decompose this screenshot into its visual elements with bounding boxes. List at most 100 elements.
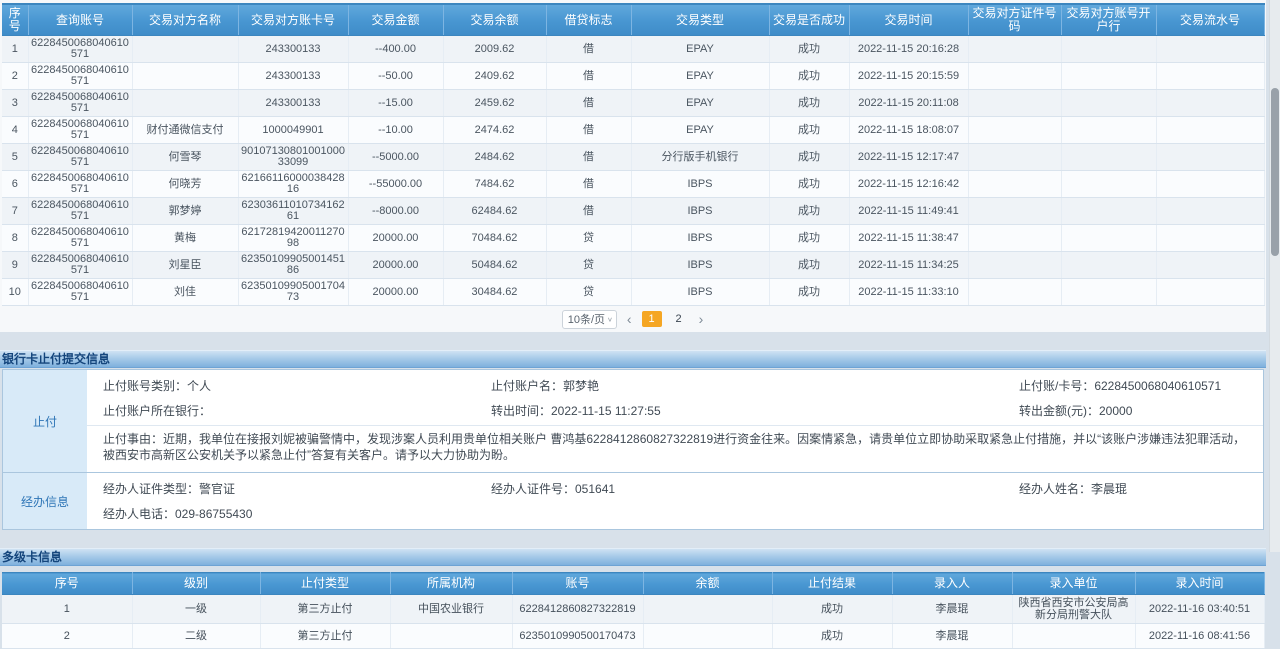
table-cell: IBPS (631, 279, 769, 306)
table-cell: EPAY (631, 63, 769, 90)
scrollbar-thumb[interactable] (1271, 88, 1279, 256)
page-button-1[interactable]: 1 (642, 311, 662, 327)
page-size-label: 10条/页 (568, 311, 605, 327)
table-cell (1156, 225, 1264, 252)
table-cell (1156, 144, 1264, 171)
table-cell: 1 (2, 595, 132, 624)
field-account-name: 止付账户名：郭梦艳 (491, 377, 1019, 394)
table-cell: 中国农业银行 (390, 595, 512, 624)
table-cell (1156, 117, 1264, 144)
table-cell (132, 63, 238, 90)
table-cell: 2022-11-16 03:40:51 (1135, 595, 1264, 624)
table-cell: --55000.00 (348, 171, 443, 198)
column-header: 所属机构 (390, 573, 512, 595)
table-cell: 6228450068040610571 (28, 36, 132, 63)
group-content: 经办人证件类型：警官证 经办人证件号：051641 经办人姓名：李晨琨 经办人电… (87, 473, 1263, 529)
table-cell: 6 (2, 171, 28, 198)
column-header: 交易时间 (849, 4, 968, 36)
table-cell: 2022-11-15 20:15:59 (849, 63, 968, 90)
table-cell: 6235010990500170473 (512, 624, 643, 649)
table-cell: 借 (546, 117, 631, 144)
table-cell: 6228450068040610571 (28, 171, 132, 198)
header-row: 序号级别止付类型所属机构账号余额止付结果录入人录入单位录入时间 (2, 573, 1264, 595)
column-header: 账号 (512, 573, 643, 595)
table-cell: 2022-11-15 12:16:42 (849, 171, 968, 198)
table-row: 16228450068040610571243300133--400.00200… (2, 36, 1264, 63)
table-cell: --15.00 (348, 90, 443, 117)
table-cell (1156, 63, 1264, 90)
table-cell: 第三方止付 (260, 595, 390, 624)
table-cell: 成功 (772, 624, 892, 649)
table-cell (1061, 36, 1156, 63)
table-cell: EPAY (631, 90, 769, 117)
table-cell: 2 (2, 63, 28, 90)
column-header: 止付结果 (772, 573, 892, 595)
table-cell (1061, 198, 1156, 225)
field-row: 止付账户所在银行： 转出时间：2022-11-15 11:27:55 转出金额(… (87, 398, 1263, 423)
column-header: 余额 (643, 573, 772, 595)
table-cell: 6228450068040610571 (28, 225, 132, 252)
field-account-bank: 止付账户所在银行： (87, 402, 491, 419)
table-cell: 20000.00 (348, 252, 443, 279)
column-header: 交易对方名称 (132, 4, 238, 36)
table-cell: 8 (2, 225, 28, 252)
table-cell: 20000.00 (348, 225, 443, 252)
table-cell (968, 252, 1061, 279)
column-header: 查询账号 (28, 4, 132, 36)
table-cell (1156, 279, 1264, 306)
table-cell: 借 (546, 144, 631, 171)
column-header: 录入单位 (1012, 573, 1135, 595)
field-row: 止付账号类别：个人 止付账户名：郭梦艳 止付账/卡号：6228450068040… (87, 373, 1263, 398)
vertical-scrollbar[interactable] (1269, 0, 1280, 552)
table-cell: 贷 (546, 225, 631, 252)
chevron-left-icon[interactable]: ‹ (624, 312, 635, 326)
table-cell: 243300133 (238, 90, 348, 117)
table-cell: 何晓芳 (132, 171, 238, 198)
field-handler-id-type: 经办人证件类型：警官证 (87, 480, 491, 497)
table-cell (968, 171, 1061, 198)
table-cell: 6228450068040610571 (28, 144, 132, 171)
table-cell: 50484.62 (443, 252, 546, 279)
table-cell: 2022-11-15 20:16:28 (849, 36, 968, 63)
multilevel-card-table: 序号级别止付类型所属机构账号余额止付结果录入人录入单位录入时间 1一级第三方止付… (2, 572, 1265, 649)
table-row: 66228450068040610571何晓芳62166116000038428… (2, 171, 1264, 198)
table-cell (968, 144, 1061, 171)
table-cell: 2022-11-15 18:08:07 (849, 117, 968, 144)
table-cell: IBPS (631, 171, 769, 198)
table-cell: 成功 (769, 90, 849, 117)
table-cell: 成功 (769, 144, 849, 171)
column-header: 借贷标志 (546, 4, 631, 36)
handler-info-group: 经办信息 经办人证件类型：警官证 经办人证件号：051641 经办人姓名：李晨琨… (3, 472, 1263, 529)
chevron-right-icon[interactable]: › (696, 312, 707, 326)
column-header: 交易是否成功 (769, 4, 849, 36)
table-cell: 1 (2, 36, 28, 63)
table-cell: 243300133 (238, 36, 348, 63)
table-cell: 5 (2, 144, 28, 171)
table-cell: 4 (2, 117, 28, 144)
table-cell (1156, 171, 1264, 198)
table-cell: 成功 (769, 252, 849, 279)
table-cell: 何雪琴 (132, 144, 238, 171)
page-size-select[interactable]: 10条/页 ∨ (562, 310, 617, 329)
column-header: 级别 (132, 573, 260, 595)
caret-down-icon: ∨ (607, 315, 613, 322)
table-cell (968, 36, 1061, 63)
table-cell: 2409.62 (443, 63, 546, 90)
table-cell (1061, 252, 1156, 279)
table-row: 76228450068040610571郭梦婷62303611010734162… (2, 198, 1264, 225)
table-cell: 243300133 (238, 63, 348, 90)
table-cell: 一级 (132, 595, 260, 624)
column-header: 交易类型 (631, 4, 769, 36)
table-cell: 2474.62 (443, 117, 546, 144)
group-label: 止付 (3, 370, 87, 472)
table-cell: 成功 (769, 117, 849, 144)
table-cell: 成功 (772, 595, 892, 624)
table-cell (968, 225, 1061, 252)
field-transfer-amount: 转出金额(元)：20000 (1019, 402, 1263, 419)
column-header: 录入人 (892, 573, 1012, 595)
page-button-2[interactable]: 2 (669, 311, 689, 327)
table-cell: 3 (2, 90, 28, 117)
table-cell: --8000.00 (348, 198, 443, 225)
table-cell: 成功 (769, 225, 849, 252)
stop-payment-info-box: 止付 止付账号类别：个人 止付账户名：郭梦艳 止付账/卡号：6228450068… (2, 369, 1264, 530)
